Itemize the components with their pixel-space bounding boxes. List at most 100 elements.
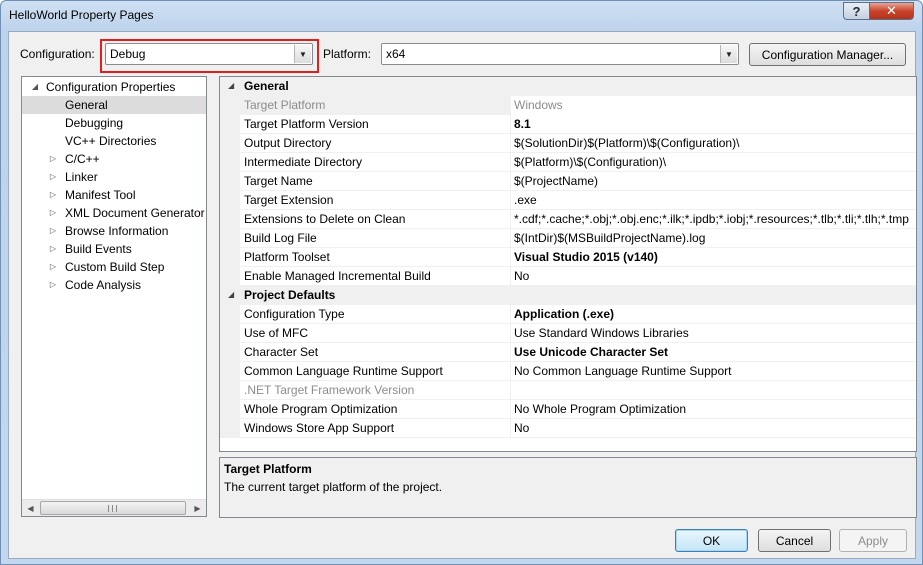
- tree-item-label: Build Events: [65, 242, 132, 256]
- property-row[interactable]: Target Extension .exe: [220, 191, 916, 210]
- tree-item-label: Manifest Tool: [65, 188, 136, 202]
- property-row[interactable]: Use of MFC Use Standard Windows Libraries: [220, 324, 916, 343]
- property-row[interactable]: Platform Toolset Visual Studio 2015 (v140…: [220, 248, 916, 267]
- property-name: Enable Managed Incremental Build: [244, 269, 431, 283]
- property-row[interactable]: Common Language Runtime Support No Common…: [220, 362, 916, 381]
- property-value[interactable]: No Whole Program Optimization: [510, 400, 916, 419]
- property-name: Windows Store App Support: [244, 421, 395, 435]
- property-row[interactable]: .NET Target Framework Version: [220, 381, 916, 400]
- property-row[interactable]: Configuration Type Application (.exe): [220, 305, 916, 324]
- property-value[interactable]: 8.1: [510, 115, 916, 134]
- expand-arrow-icon[interactable]: ▷: [48, 186, 58, 204]
- property-category[interactable]: ◢ General: [220, 77, 916, 96]
- property-name: Character Set: [244, 345, 319, 359]
- description-text: The current target platform of the proje…: [224, 480, 443, 494]
- platform-dropdown[interactable]: x64 ▼: [381, 43, 739, 65]
- tree-item[interactable]: ▷ C/C++: [22, 150, 206, 168]
- tree-item[interactable]: ▷ XML Document Generator: [22, 204, 206, 222]
- help-button[interactable]: ?: [843, 2, 870, 20]
- tree-item[interactable]: ▷ Manifest Tool: [22, 186, 206, 204]
- configuration-manager-button[interactable]: Configuration Manager...: [749, 43, 906, 66]
- row-gutter: [220, 305, 240, 324]
- property-row[interactable]: Extensions to Delete on Clean *.cdf;*.cac…: [220, 210, 916, 229]
- property-value[interactable]: $(Platform)\$(Configuration)\: [510, 153, 916, 172]
- tree-item[interactable]: General: [22, 96, 206, 114]
- property-row[interactable]: Target Platform Version 8.1: [220, 115, 916, 134]
- expand-arrow-icon[interactable]: ▷: [48, 150, 58, 168]
- row-gutter: [220, 362, 240, 381]
- property-value[interactable]: $(SolutionDir)$(Platform)\$(Configuratio…: [510, 134, 916, 153]
- collapse-arrow-icon[interactable]: ◢: [228, 290, 234, 299]
- row-gutter: [220, 267, 240, 286]
- property-value[interactable]: Windows: [510, 96, 916, 115]
- row-gutter: [220, 153, 240, 172]
- expand-arrow-icon[interactable]: ▷: [48, 276, 58, 294]
- dialog-client-area: Configuration: Debug ▼ Platform: x64 ▼ C…: [8, 31, 917, 559]
- property-value[interactable]: .exe: [510, 191, 916, 210]
- tree-item-label: Custom Build Step: [65, 260, 165, 274]
- property-row[interactable]: Intermediate Directory $(Platform)\$(Conf…: [220, 153, 916, 172]
- property-row[interactable]: Target Platform Windows: [220, 96, 916, 115]
- row-gutter: [220, 96, 240, 115]
- property-row[interactable]: Build Log File $(IntDir)$(MSBuildProjectN…: [220, 229, 916, 248]
- scrollbar-thumb[interactable]: [40, 501, 186, 515]
- tree-item[interactable]: ▷ Custom Build Step: [22, 258, 206, 276]
- property-value[interactable]: Use Standard Windows Libraries: [510, 324, 916, 343]
- tree-item-label: C/C++: [65, 152, 100, 166]
- help-icon: ?: [852, 3, 861, 19]
- property-value[interactable]: No: [510, 267, 916, 286]
- property-row[interactable]: Output Directory $(SolutionDir)$(Platform…: [220, 134, 916, 153]
- expand-arrow-icon[interactable]: ▷: [48, 168, 58, 186]
- tree-item[interactable]: ▷ Browse Information: [22, 222, 206, 240]
- expand-arrow-icon[interactable]: ▷: [48, 204, 58, 222]
- tree-item[interactable]: ▷ Linker: [22, 168, 206, 186]
- property-value[interactable]: *.cdf;*.cache;*.obj;*.obj.enc;*.ilk;*.ip…: [510, 210, 916, 229]
- property-value[interactable]: [510, 381, 916, 400]
- category-label: General: [244, 79, 289, 93]
- scroll-left-icon[interactable]: ◀: [22, 500, 39, 516]
- property-value[interactable]: Application (.exe): [510, 305, 916, 324]
- ok-button[interactable]: OK: [675, 529, 748, 552]
- property-value[interactable]: Visual Studio 2015 (v140): [510, 248, 916, 267]
- property-value[interactable]: No Common Language Runtime Support: [510, 362, 916, 381]
- scroll-right-icon[interactable]: ▶: [189, 500, 206, 516]
- chevron-down-icon[interactable]: ▼: [720, 45, 737, 63]
- property-row[interactable]: Windows Store App Support No: [220, 419, 916, 438]
- row-gutter: [220, 115, 240, 134]
- property-name: Build Log File: [244, 231, 317, 245]
- platform-label: Platform:: [323, 47, 372, 61]
- row-gutter: [220, 419, 240, 438]
- property-value[interactable]: Use Unicode Character Set: [510, 343, 916, 362]
- category-tree[interactable]: ◢ Configuration Properties General Debuggin…: [21, 76, 207, 517]
- collapse-arrow-icon[interactable]: ◢: [228, 81, 234, 90]
- tree-item[interactable]: Debugging: [22, 114, 206, 132]
- grip-icon: [108, 505, 117, 512]
- property-name: Platform Toolset: [244, 250, 330, 264]
- property-grid[interactable]: ◢ General Target Platform Windows Target Pla…: [219, 76, 917, 452]
- category-label: Project Defaults: [244, 288, 336, 302]
- close-button[interactable]: ✕: [869, 2, 914, 20]
- property-value[interactable]: No: [510, 419, 916, 438]
- property-row[interactable]: Character Set Use Unicode Character Set: [220, 343, 916, 362]
- property-pages-window: HelloWorld Property Pages ? ✕ Configurat…: [0, 0, 923, 565]
- tree-item[interactable]: ▷ Build Events: [22, 240, 206, 258]
- expand-arrow-icon[interactable]: ▷: [48, 240, 58, 258]
- description-panel: Target Platform The current target platf…: [219, 457, 917, 518]
- collapse-arrow-icon[interactable]: ◢: [30, 78, 40, 96]
- property-value[interactable]: $(ProjectName): [510, 172, 916, 191]
- apply-button[interactable]: Apply: [839, 529, 907, 552]
- cancel-button[interactable]: Cancel: [758, 529, 831, 552]
- row-gutter: [220, 172, 240, 191]
- property-category[interactable]: ◢ Project Defaults: [220, 286, 916, 305]
- tree-item[interactable]: ◢ Configuration Properties: [22, 78, 206, 96]
- expand-arrow-icon[interactable]: ▷: [48, 258, 58, 276]
- tree-item[interactable]: ▷ Code Analysis: [22, 276, 206, 294]
- tree-horizontal-scrollbar[interactable]: ◀ ▶: [22, 499, 206, 516]
- property-value[interactable]: $(IntDir)$(MSBuildProjectName).log: [510, 229, 916, 248]
- tree-item[interactable]: VC++ Directories: [22, 132, 206, 150]
- row-gutter: [220, 134, 240, 153]
- property-row[interactable]: Enable Managed Incremental Build No: [220, 267, 916, 286]
- property-row[interactable]: Whole Program Optimization No Whole Progr…: [220, 400, 916, 419]
- property-row[interactable]: Target Name $(ProjectName): [220, 172, 916, 191]
- expand-arrow-icon[interactable]: ▷: [48, 222, 58, 240]
